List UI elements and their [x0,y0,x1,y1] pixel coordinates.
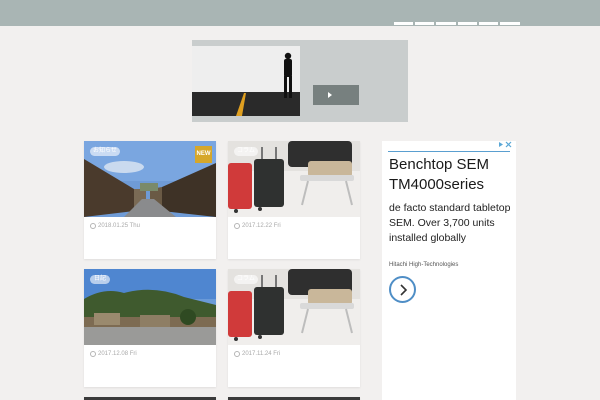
play-triangle-icon [328,92,332,98]
nav-item-1[interactable] [394,22,413,25]
ad-advertiser[interactable]: Hitachi High-Technologies [389,262,458,268]
promo-banner[interactable] [192,40,408,122]
ad-title[interactable]: Benchtop SEM TM4000series [389,155,513,195]
nav-item-6[interactable] [500,22,520,25]
chevron-right-icon[interactable] [389,276,416,303]
banner-image [192,46,300,116]
clock-icon [90,223,96,229]
post-date: 2018.01.25 Thu [90,223,140,229]
banner-play-button[interactable] [313,85,359,105]
post-date-text: 2017.11.24 Fri [242,351,281,357]
category-badge[interactable]: お知らせ [90,147,120,156]
post-date-text: 2018.01.25 Thu [98,223,140,229]
post-date: 2017.12.22 Fri [234,223,281,229]
sidebar-ad[interactable]: Benchtop SEM TM4000series de facto stand… [382,141,516,400]
clock-icon [234,351,240,357]
post-card[interactable]: お知らせ NEW 2018.01.25 Thu [84,141,216,259]
post-date: 2017.12.08 Fri [90,351,137,357]
ad-description: de facto standard tabletop SEM. Over 3,7… [389,202,511,244]
category-badge[interactable]: 日記 [90,275,110,284]
category-badge[interactable]: コラム [234,275,258,284]
post-date-text: 2017.12.22 Fri [242,223,281,229]
nav-item-3[interactable] [436,22,456,25]
nav-item-4[interactable] [458,22,477,25]
category-badge[interactable]: コラム [234,147,258,156]
site-header [0,0,600,26]
post-date: 2017.11.24 Fri [234,351,280,357]
main-nav [394,22,520,25]
clock-icon [90,351,96,357]
post-date-text: 2017.12.08 Fri [98,351,137,357]
clock-icon [234,223,240,229]
post-thumbnail: コラム [228,269,360,345]
post-card[interactable]: コラム 2017.12.22 Fri [228,141,360,259]
post-card[interactable]: コラム 2017.11.24 Fri [228,269,360,387]
ad-divider [388,151,510,152]
ad-choices-icon[interactable] [498,141,512,150]
post-thumbnail: 日記 [84,269,216,345]
nav-item-2[interactable] [415,22,434,25]
post-thumbnail: お知らせ NEW [84,141,216,217]
post-card[interactable]: 日記 2017.12.08 Fri [84,269,216,387]
nav-item-5[interactable] [479,22,498,25]
new-badge: NEW [195,146,212,163]
post-thumbnail: コラム [228,141,360,217]
